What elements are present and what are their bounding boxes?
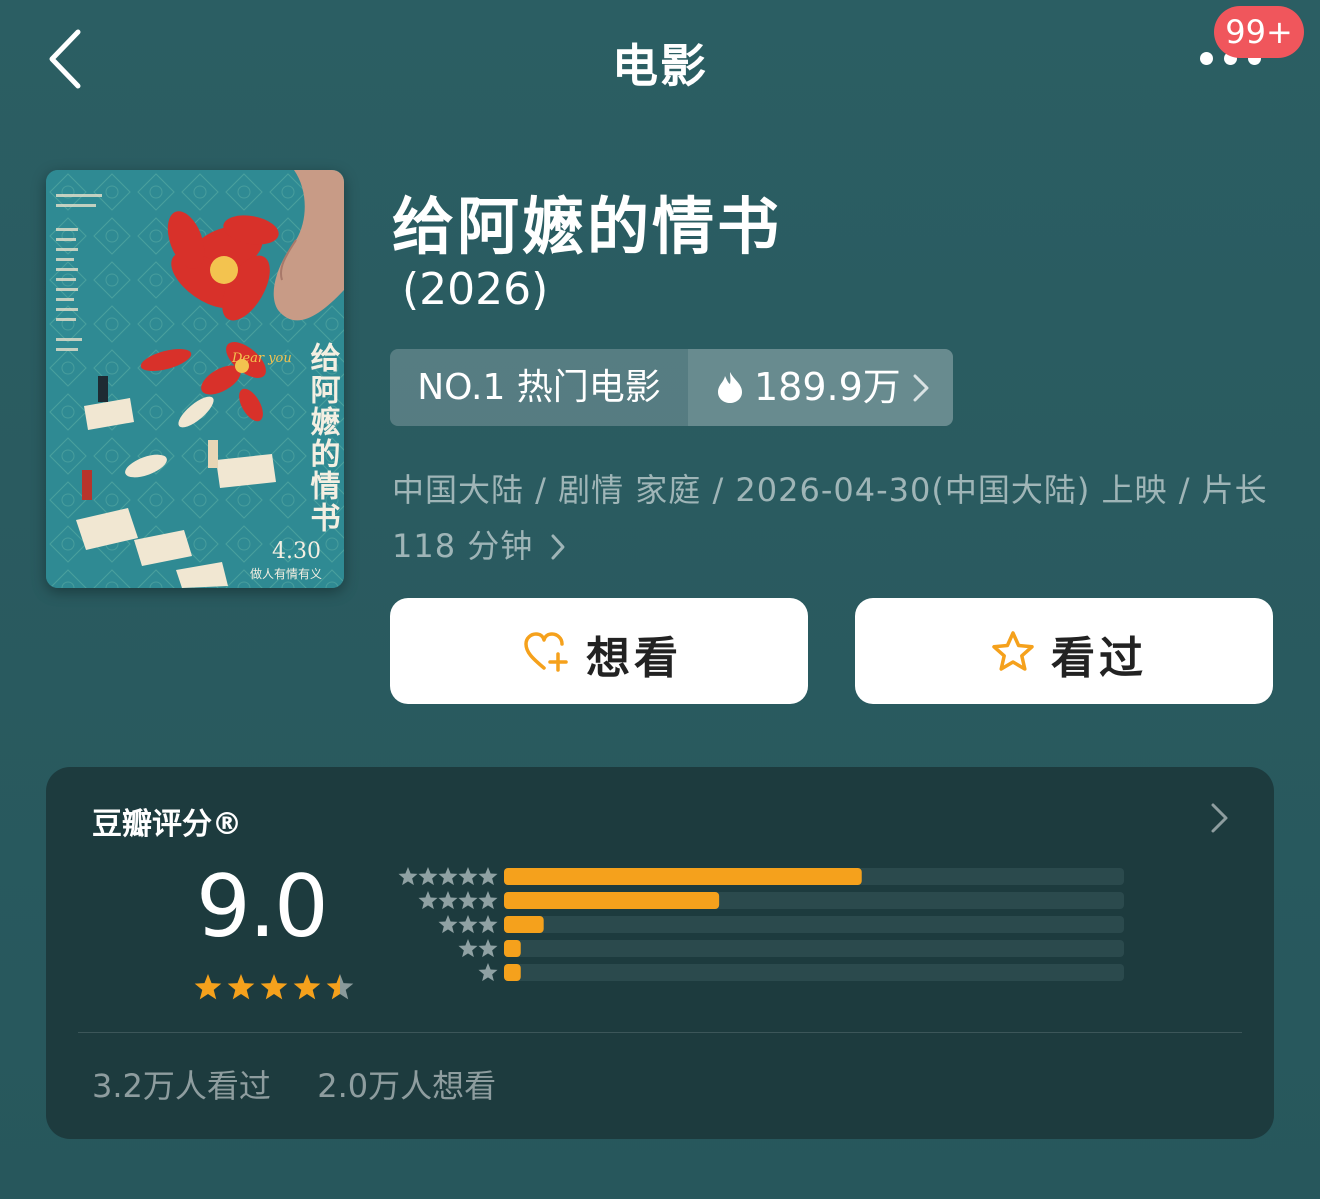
distribution-bar — [504, 892, 720, 909]
nav-bar: 电影 99+ — [0, 0, 1320, 120]
rating-star-5 — [326, 974, 354, 1000]
page-title: 电影 — [612, 39, 708, 93]
distribution-star — [398, 867, 418, 886]
movie-poster[interactable]: 给阿嬷的情书 Dear you 4.30 做人有情有义 — [46, 170, 344, 588]
poster-dear-you: Dear you — [231, 351, 292, 366]
want-to-watch-button[interactable]: 想看 — [390, 598, 808, 704]
want-count: 2.0万人想看 — [317, 1067, 497, 1105]
chevron-right-icon[interactable] — [1208, 801, 1232, 835]
flame-icon — [718, 372, 742, 403]
more-dots-icon — [1200, 52, 1213, 65]
distribution-star — [418, 891, 438, 910]
rating-row-3-star — [438, 915, 1124, 934]
distribution-bar — [504, 916, 544, 933]
rating-row-2-star — [458, 939, 1124, 958]
ranking-chip[interactable]: NO.1 热门电影 189.9万 — [390, 349, 953, 426]
rating-star-2 — [227, 974, 255, 1000]
distribution-bar — [504, 868, 862, 885]
movie-meta[interactable]: 中国大陆 / 剧情 家庭 / 2026-04-30(中国大陆) 上映 / 片长 … — [392, 462, 1272, 574]
distribution-track — [504, 916, 1124, 933]
rating-score: 9.0 — [196, 857, 329, 957]
distribution-star — [478, 939, 498, 958]
watched-button[interactable]: 看过 — [855, 598, 1273, 704]
distribution-star — [478, 891, 498, 910]
distribution-star — [418, 867, 438, 886]
notification-badge: 99+ — [1214, 6, 1304, 58]
distribution-star — [458, 939, 478, 958]
distribution-star — [458, 867, 478, 886]
rating-stars — [194, 974, 354, 1000]
watched-label: 看过 — [1051, 633, 1147, 684]
rating-star-4 — [293, 974, 321, 1000]
rating-row-5-star — [398, 867, 1124, 886]
distribution-star — [438, 867, 458, 886]
heat-value: 189.9万 — [754, 365, 901, 409]
distribution-track — [504, 964, 1124, 981]
distribution-star — [478, 867, 498, 886]
star-outline-icon — [992, 631, 1034, 671]
rating-distribution — [398, 867, 1124, 982]
movie-year: (2026) — [402, 264, 549, 315]
poster-title: 给阿嬷的情书 — [305, 342, 341, 534]
distribution-star — [458, 891, 478, 910]
distribution-star — [458, 915, 478, 934]
rating-title: 豆瓣评分® — [92, 807, 242, 842]
rating-row-1-star — [478, 963, 1124, 982]
want-to-watch-label: 想看 — [586, 633, 682, 684]
poster-slogan: 做人有情有义 — [250, 566, 322, 581]
distribution-star — [438, 915, 458, 934]
distribution-star — [478, 963, 498, 982]
distribution-track — [504, 940, 1124, 957]
rating-star-1 — [194, 974, 222, 1000]
chevron-right-icon — [913, 374, 929, 402]
heat-section[interactable]: 189.9万 — [688, 349, 953, 426]
distribution-bar — [504, 940, 521, 957]
poster-image: 给阿嬷的情书 Dear you 4.30 做人有情有义 — [46, 170, 344, 588]
chevron-right-icon — [551, 534, 565, 560]
rating-row-4-star — [418, 891, 1124, 910]
watched-count: 3.2万人看过 — [92, 1067, 271, 1105]
rank-label: NO.1 热门电影 — [390, 349, 688, 426]
heart-plus-icon — [524, 632, 568, 672]
distribution-star — [438, 891, 458, 910]
divider — [78, 1032, 1242, 1033]
rating-card[interactable]: 豆瓣评分® 9.0 3.2万人看过 2.0万人想看 — [46, 767, 1274, 1139]
meta-line-1: 中国大陆 / 剧情 家庭 / 2026-04-30(中国大陆) 上映 / 片长 — [392, 471, 1268, 509]
rating-star-3 — [260, 974, 288, 1000]
distribution-star — [478, 915, 498, 934]
movie-title: 给阿嬷的情书 — [392, 190, 783, 263]
distribution-bar — [504, 964, 521, 981]
meta-line-2: 118 分钟 — [392, 527, 534, 565]
watch-counts: 3.2万人看过 2.0万人想看 — [92, 1061, 496, 1107]
poster-release-date: 4.30 — [272, 539, 321, 564]
